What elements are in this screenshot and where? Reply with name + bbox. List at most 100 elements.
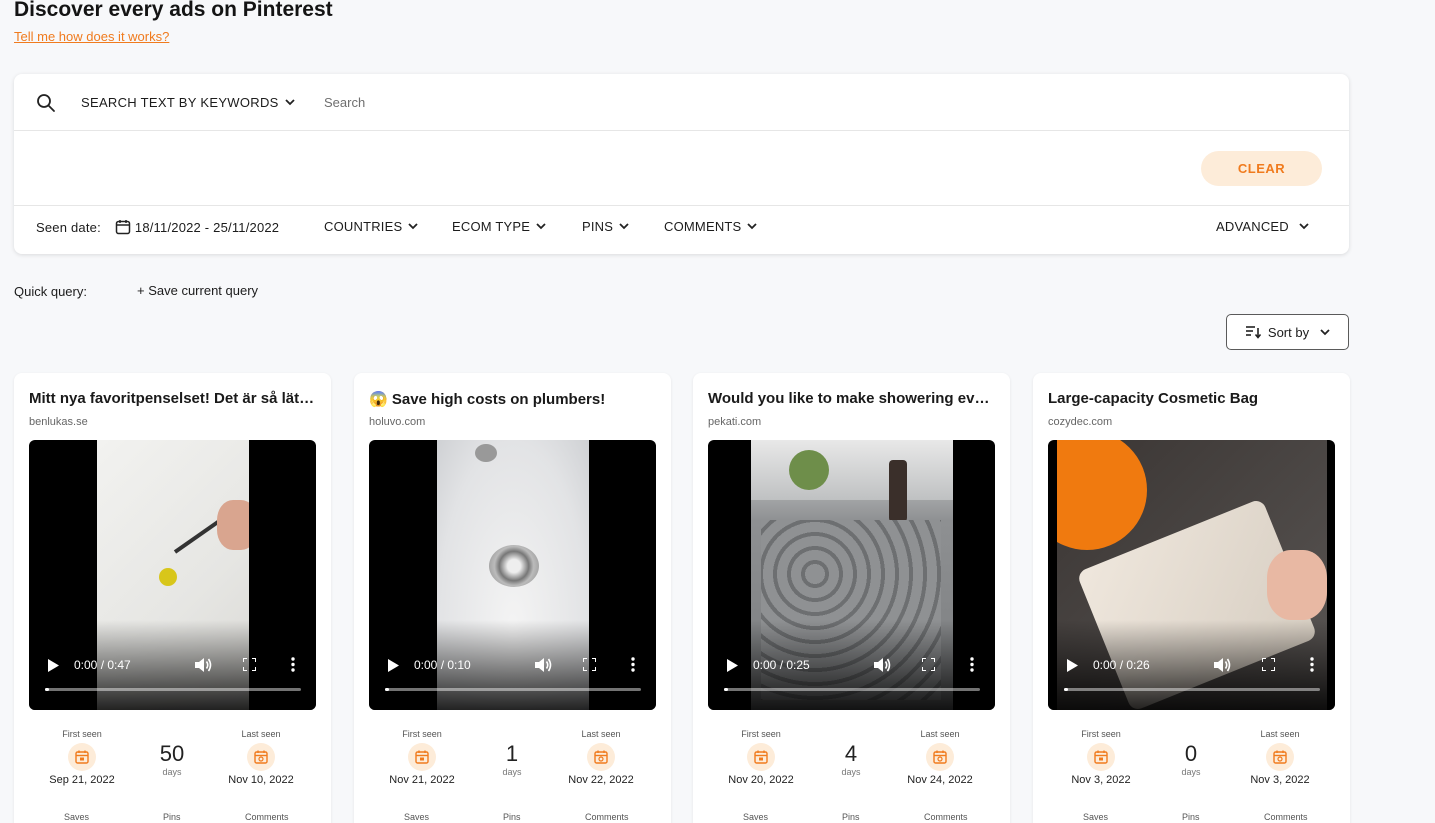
chevron-down-icon xyxy=(747,223,758,230)
play-icon[interactable] xyxy=(727,659,738,672)
ecom-type-filter[interactable]: ECOM TYPE xyxy=(452,219,546,234)
ad-card[interactable]: Mitt nya favoritpenselset! Det är så lät… xyxy=(14,373,331,823)
calendar-icon xyxy=(926,743,954,771)
days-count: 4 xyxy=(844,741,858,766)
ecom-type-label: ECOM TYPE xyxy=(452,219,531,234)
seen-date-value: 18/11/2022 - 25/11/2022 xyxy=(134,219,280,235)
ad-title[interactable]: Would you like to make showering even mo… xyxy=(708,390,996,407)
comments-filter[interactable]: COMMENTS xyxy=(664,219,758,234)
pins-label: Pins xyxy=(842,812,860,822)
volume-icon[interactable] xyxy=(1214,657,1231,673)
first-seen-label: First seen xyxy=(741,729,781,739)
pins-label: Pins xyxy=(1182,812,1200,822)
fullscreen-icon[interactable] xyxy=(922,658,935,671)
more-options-icon[interactable] xyxy=(631,657,635,672)
last-seen-date: Nov 3, 2022 xyxy=(1250,774,1310,786)
video-progress-bar[interactable] xyxy=(385,688,641,691)
pins-label: Pins xyxy=(503,812,521,822)
help-link[interactable]: Tell me how does it works? xyxy=(14,29,169,44)
fullscreen-icon[interactable] xyxy=(583,658,596,671)
days-count: 0 xyxy=(1184,741,1198,766)
video-progress-fill xyxy=(1064,688,1068,691)
search-row: SEARCH TEXT BY KEYWORDS xyxy=(14,74,1349,131)
volume-icon[interactable] xyxy=(535,657,552,673)
more-options-icon[interactable] xyxy=(970,657,974,672)
ad-title[interactable]: Large-capacity Cosmetic Bag xyxy=(1048,390,1336,407)
clear-row: CLEAR xyxy=(14,131,1349,206)
video-player[interactable]: 0:00 / 0:47 xyxy=(29,440,316,710)
video-controls-overlay xyxy=(29,620,316,710)
video-progress-bar[interactable] xyxy=(724,688,980,691)
comments-label: Comments xyxy=(924,812,968,822)
video-player[interactable]: 0:00 / 0:25 xyxy=(708,440,995,710)
search-panel: SEARCH TEXT BY KEYWORDS CLEAR Seen date:… xyxy=(14,74,1349,254)
seen-date-label: Seen date: xyxy=(36,219,101,235)
video-progress-bar[interactable] xyxy=(1064,688,1320,691)
video-time: 0:00 / 0:25 xyxy=(753,658,810,672)
first-seen-stat: First seen Nov 21, 2022 xyxy=(372,729,472,786)
calendar-icon xyxy=(247,743,275,771)
first-seen-stat: First seen Nov 20, 2022 xyxy=(711,729,811,786)
saves-label: Saves xyxy=(1083,812,1109,822)
last-seen-date: Nov 22, 2022 xyxy=(568,774,634,786)
saves-label: Saves xyxy=(64,812,90,822)
search-mode-dropdown[interactable]: SEARCH TEXT BY KEYWORDS xyxy=(81,95,295,110)
days-stat: 4 days xyxy=(821,741,881,777)
ad-domain[interactable]: holuvo.com xyxy=(369,416,425,428)
last-seen-label: Last seen xyxy=(581,729,621,739)
comments-label: COMMENTS xyxy=(664,219,742,234)
video-player[interactable]: 0:00 / 0:10 xyxy=(369,440,656,710)
video-time: 0:00 / 0:26 xyxy=(1093,658,1150,672)
video-progress-fill xyxy=(385,688,389,691)
ad-card[interactable]: Would you like to make showering even mo… xyxy=(693,373,1010,823)
play-icon[interactable] xyxy=(388,659,399,672)
fullscreen-icon[interactable] xyxy=(1262,658,1275,671)
ad-title[interactable]: 😱 Save high costs on plumbers! xyxy=(369,390,657,408)
ad-domain[interactable]: cozydec.com xyxy=(1048,416,1112,428)
fullscreen-icon[interactable] xyxy=(243,658,256,671)
chevron-down-icon xyxy=(619,223,629,230)
chevron-down-icon xyxy=(1320,328,1330,335)
ad-domain[interactable]: pekati.com xyxy=(708,416,761,428)
quick-query-label: Quick query: xyxy=(14,284,87,299)
video-progress-bar[interactable] xyxy=(45,688,301,691)
first-seen-date: Sep 21, 2022 xyxy=(49,774,115,786)
more-options-icon[interactable] xyxy=(1310,657,1314,672)
days-label: days xyxy=(502,767,522,777)
last-seen-label: Last seen xyxy=(1260,729,1300,739)
first-seen-stat: First seen Sep 21, 2022 xyxy=(32,729,132,786)
video-time: 0:00 / 0:47 xyxy=(74,658,131,672)
page-title: Discover every ads on Pinterest xyxy=(14,0,333,21)
days-label: days xyxy=(162,767,182,777)
countries-filter[interactable]: COUNTRIES xyxy=(324,219,418,234)
last-seen-date: Nov 10, 2022 xyxy=(228,774,294,786)
last-seen-stat: Last seen Nov 3, 2022 xyxy=(1230,729,1330,786)
pins-filter[interactable]: PINS xyxy=(582,219,629,234)
seen-date-filter[interactable]: Seen date: 18/11/2022 - 25/11/2022 xyxy=(36,219,279,235)
last-seen-label: Last seen xyxy=(241,729,281,739)
days-label: days xyxy=(841,767,861,777)
advanced-filter[interactable]: ADVANCED xyxy=(1216,219,1309,234)
search-mode-label: SEARCH TEXT BY KEYWORDS xyxy=(81,95,279,110)
days-count: 1 xyxy=(505,741,519,766)
calendar-icon xyxy=(68,743,96,771)
ad-card[interactable]: 😱 Save high costs on plumbers! holuvo.co… xyxy=(354,373,671,823)
video-player[interactable]: 0:00 / 0:26 xyxy=(1048,440,1335,710)
more-options-icon[interactable] xyxy=(291,657,295,672)
calendar-icon xyxy=(115,220,131,235)
ad-domain[interactable]: benlukas.se xyxy=(29,416,88,428)
days-stat: 1 days xyxy=(482,741,542,777)
volume-icon[interactable] xyxy=(195,657,212,673)
filter-row: Seen date: 18/11/2022 - 25/11/2022 COUNT… xyxy=(14,206,1349,253)
search-icon[interactable] xyxy=(36,93,56,113)
clear-button[interactable]: CLEAR xyxy=(1201,151,1322,186)
play-icon[interactable] xyxy=(1067,659,1078,672)
search-input[interactable] xyxy=(324,88,924,116)
sort-button[interactable]: Sort by xyxy=(1226,314,1349,350)
save-query-button[interactable]: + Save current query xyxy=(137,283,258,298)
volume-icon[interactable] xyxy=(874,657,891,673)
calendar-icon xyxy=(408,743,436,771)
ad-card[interactable]: Large-capacity Cosmetic Bag cozydec.com … xyxy=(1033,373,1350,823)
play-icon[interactable] xyxy=(48,659,59,672)
ad-title[interactable]: Mitt nya favoritpenselset! Det är så lät… xyxy=(29,390,317,407)
